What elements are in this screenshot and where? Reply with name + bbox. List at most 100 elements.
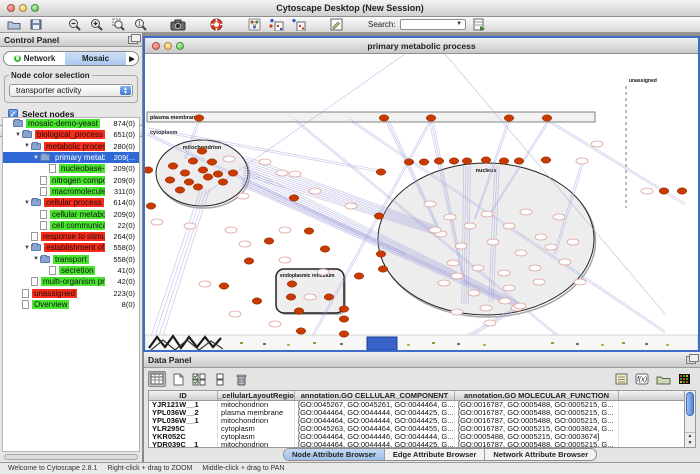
help-icon[interactable] [208, 18, 224, 31]
tree-row[interactable]: ▼biological_process651(0) [3, 129, 139, 140]
expand-arrow-icon[interactable]: ▼ [23, 245, 31, 251]
network-label-node[interactable] [503, 285, 515, 291]
network-label-node[interactable] [576, 158, 588, 164]
table-cell[interactable]: [GO:0016787, GO:0005488, GO:0005215, G..… [455, 441, 619, 448]
tree-row[interactable]: nitrogen compo209(0) [3, 174, 139, 185]
overlay-network-alt-icon[interactable] [290, 18, 306, 31]
network-edge[interactable] [161, 189, 210, 342]
tree-row[interactable]: ▼primary metabo209(... [3, 152, 139, 163]
network-label-node[interactable] [438, 280, 450, 286]
tab-node-attribute-browser[interactable]: Node Attribute Browser [284, 449, 385, 460]
network-label-node[interactable] [184, 223, 196, 229]
tab-network[interactable]: Network [4, 52, 65, 65]
network-label-node[interactable] [641, 188, 653, 194]
expand-arrow-icon[interactable]: ▼ [23, 200, 31, 206]
table-cell[interactable]: [GO:0016787, GO:0005215, GO:0003824, G..… [455, 425, 619, 433]
table-cell[interactable]: mitochondrion [218, 417, 295, 425]
network-node[interactable] [481, 157, 491, 163]
search-dropdown-icon[interactable]: ▼ [455, 21, 464, 28]
table-row[interactable]: YLR295Ccytoplasm[GO:0045263, GO:0044464,… [149, 425, 685, 433]
table-cell[interactable]: YJR121W__1 [149, 401, 218, 409]
table-cell[interactable]: [GO:0016787, GO:0005488, GO:0005215, G..… [455, 401, 619, 409]
unified-attribute-icon[interactable] [211, 371, 229, 387]
expand-arrow-icon[interactable]: ▼ [32, 155, 40, 161]
network-node[interactable] [198, 167, 208, 173]
tree-row[interactable]: ▼cellular process614(0) [3, 197, 139, 208]
tree-row[interactable]: cell communicat22(0) [3, 220, 139, 231]
navigation-rect[interactable] [367, 337, 397, 350]
delete-attribute-icon[interactable] [232, 371, 250, 387]
network-label-node[interactable] [276, 170, 288, 176]
annotation-icon[interactable] [328, 18, 344, 31]
table-cell[interactable]: YDR039C__1 [149, 441, 218, 448]
network-label-node[interactable] [429, 227, 441, 233]
network-node[interactable] [404, 159, 414, 165]
network-label-node[interactable] [451, 309, 463, 315]
data-panel-float-icon[interactable] [686, 356, 696, 364]
network-node[interactable] [324, 294, 334, 300]
network-label-node[interactable] [317, 269, 329, 275]
table-cell[interactable]: plasma membrane [218, 409, 295, 417]
column-header[interactable] [619, 391, 685, 400]
table-row[interactable]: YPL036W__1mitochondrion[GO:0044464, GO:0… [149, 417, 685, 425]
table-cell[interactable]: [GO:0005488, GO:0005215, GO:0003674] [455, 433, 619, 441]
network-label-node[interactable] [472, 265, 484, 271]
node-color-dropdown[interactable]: transporter activity ▲▼ [9, 84, 133, 97]
table-cell[interactable]: cytoplasm [218, 433, 295, 441]
network-node[interactable] [252, 298, 262, 304]
table-row[interactable]: YKR052Ccytoplasm[GO:0044464, GO:0044446,… [149, 433, 685, 441]
column-header[interactable]: annotation.GO MOLECULAR_FUNCTION [455, 391, 619, 400]
zoom-in-icon[interactable] [88, 18, 104, 31]
tree-row[interactable]: cellular metabo209(0) [3, 208, 139, 219]
network-label-node[interactable] [269, 321, 281, 327]
expand-arrow-icon[interactable]: ▼ [14, 132, 22, 138]
network-label-node[interactable] [444, 214, 456, 220]
network-node[interactable] [264, 238, 274, 244]
network-label-node[interactable] [239, 241, 251, 247]
formula-icon[interactable]: f(x) [633, 371, 651, 387]
table-scrollbar[interactable]: ▲▼ [684, 390, 696, 448]
network-label-node[interactable] [545, 244, 557, 250]
tree-row[interactable]: ▼establishment of lo558(0) [3, 242, 139, 253]
table-cell[interactable]: [GO:0044464, GO:0044444, GO:0044425, G..… [295, 441, 455, 448]
network-label-node[interactable] [151, 219, 163, 225]
tree-row[interactable]: nucleobase-209(0) [3, 163, 139, 174]
network-label-node[interactable] [574, 279, 586, 285]
cytopanel-network-icon[interactable] [246, 18, 262, 31]
network-node[interactable] [145, 167, 153, 173]
network-node[interactable] [193, 184, 203, 190]
network-label-node[interactable] [309, 188, 321, 194]
new-attribute-icon[interactable] [169, 371, 187, 387]
network-node[interactable] [378, 266, 388, 272]
table-row[interactable]: YJR121W__1mitochondrion[GO:0045267, GO:0… [149, 401, 685, 409]
network-label-node[interactable] [529, 265, 541, 271]
network-node[interactable] [175, 187, 185, 193]
table-row[interactable]: YPL036W__2plasma membrane[GO:0044464, GO… [149, 409, 685, 417]
table-cell[interactable]: YPL036W__1 [149, 417, 218, 425]
column-header[interactable]: ID [149, 391, 218, 400]
network-node[interactable] [197, 148, 207, 154]
scroll-down-icon[interactable]: ▼ [685, 440, 695, 447]
network-label-node[interactable] [503, 223, 515, 229]
scrollbar-thumb[interactable] [686, 392, 694, 416]
network-label-node[interactable] [279, 227, 291, 233]
network-node[interactable] [180, 170, 190, 176]
network-label-node[interactable] [559, 259, 571, 265]
snapshot-icon[interactable] [170, 18, 186, 31]
network-node[interactable] [677, 188, 687, 194]
tab-overflow-icon[interactable]: ▶ [126, 55, 138, 63]
network-canvas[interactable]: plasma membranecytoplasmmitochondrionnuc… [145, 54, 698, 350]
network-label-node[interactable] [259, 159, 271, 165]
network-node[interactable] [339, 306, 349, 312]
network-node[interactable] [339, 331, 349, 337]
network-label-node[interactable] [591, 141, 603, 147]
network-label-node[interactable] [289, 171, 301, 177]
network-node[interactable] [188, 158, 198, 164]
network-label-node[interactable] [499, 298, 511, 304]
attribute-table[interactable]: ID_cellularLayoutRegionannotation.GO CEL… [148, 390, 686, 448]
network-node[interactable] [219, 283, 229, 289]
network-node[interactable] [542, 115, 552, 121]
table-cell[interactable] [619, 417, 685, 425]
network-node[interactable] [339, 316, 349, 322]
network-node[interactable] [659, 188, 669, 194]
